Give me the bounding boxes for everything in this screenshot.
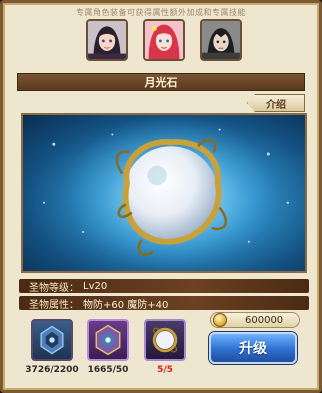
red-haired-heroine-icon bbox=[145, 21, 183, 59]
gold-cost: 600000 bbox=[210, 312, 300, 328]
character-portrait-3[interactable] bbox=[200, 19, 242, 61]
relic-attribute-label: 圣物属性： bbox=[29, 299, 79, 311]
material-count-1: 3726/2200 bbox=[25, 365, 79, 375]
material-count-2: 1665/50 bbox=[87, 365, 129, 375]
moonstone-material-icon bbox=[152, 327, 178, 353]
gold-coin-icon bbox=[213, 313, 227, 327]
relic-level-label: 圣物等级： bbox=[29, 282, 79, 294]
dark-armored-hero-icon bbox=[202, 21, 240, 59]
equipment-name: 月光石 bbox=[144, 76, 178, 89]
character-portrait-2[interactable] bbox=[143, 19, 185, 61]
relic-level-value: Lv20 bbox=[83, 280, 108, 292]
relic-attribute-row: 圣物属性： 物防+60 魔防+40 bbox=[19, 296, 309, 311]
equipment-artwork bbox=[21, 113, 307, 273]
material-slot-1[interactable] bbox=[31, 319, 73, 361]
equipment-panel: 专属角色装备可获得属性额外加成和专属技能 月光石 介绍 圣物等级： Lv20 圣… bbox=[0, 0, 322, 393]
moonstone-orb-icon bbox=[43, 115, 289, 271]
material-slot-2[interactable] bbox=[87, 319, 129, 361]
character-portraits bbox=[3, 19, 319, 65]
relic-attribute-value: 物防+60 魔防+40 bbox=[83, 299, 169, 311]
dark-haired-heroine-icon bbox=[88, 21, 126, 59]
relic-level-row: 圣物等级： Lv20 bbox=[19, 279, 309, 294]
material-slot-3[interactable] bbox=[144, 319, 186, 361]
character-portrait-1[interactable] bbox=[86, 19, 128, 61]
blue-crest-material-icon bbox=[40, 325, 64, 355]
upgrade-button[interactable]: 升级 bbox=[209, 332, 297, 364]
purple-crest-material-icon bbox=[95, 324, 121, 356]
equipment-title-bar: 月光石 bbox=[17, 73, 305, 91]
material-count-3: 5/5 bbox=[157, 365, 173, 375]
exclusive-hint-text: 专属角色装备可获得属性额外加成和专属技能 bbox=[76, 8, 246, 17]
gold-cost-value: 600000 bbox=[245, 314, 284, 326]
intro-button[interactable]: 介绍 bbox=[247, 94, 305, 112]
